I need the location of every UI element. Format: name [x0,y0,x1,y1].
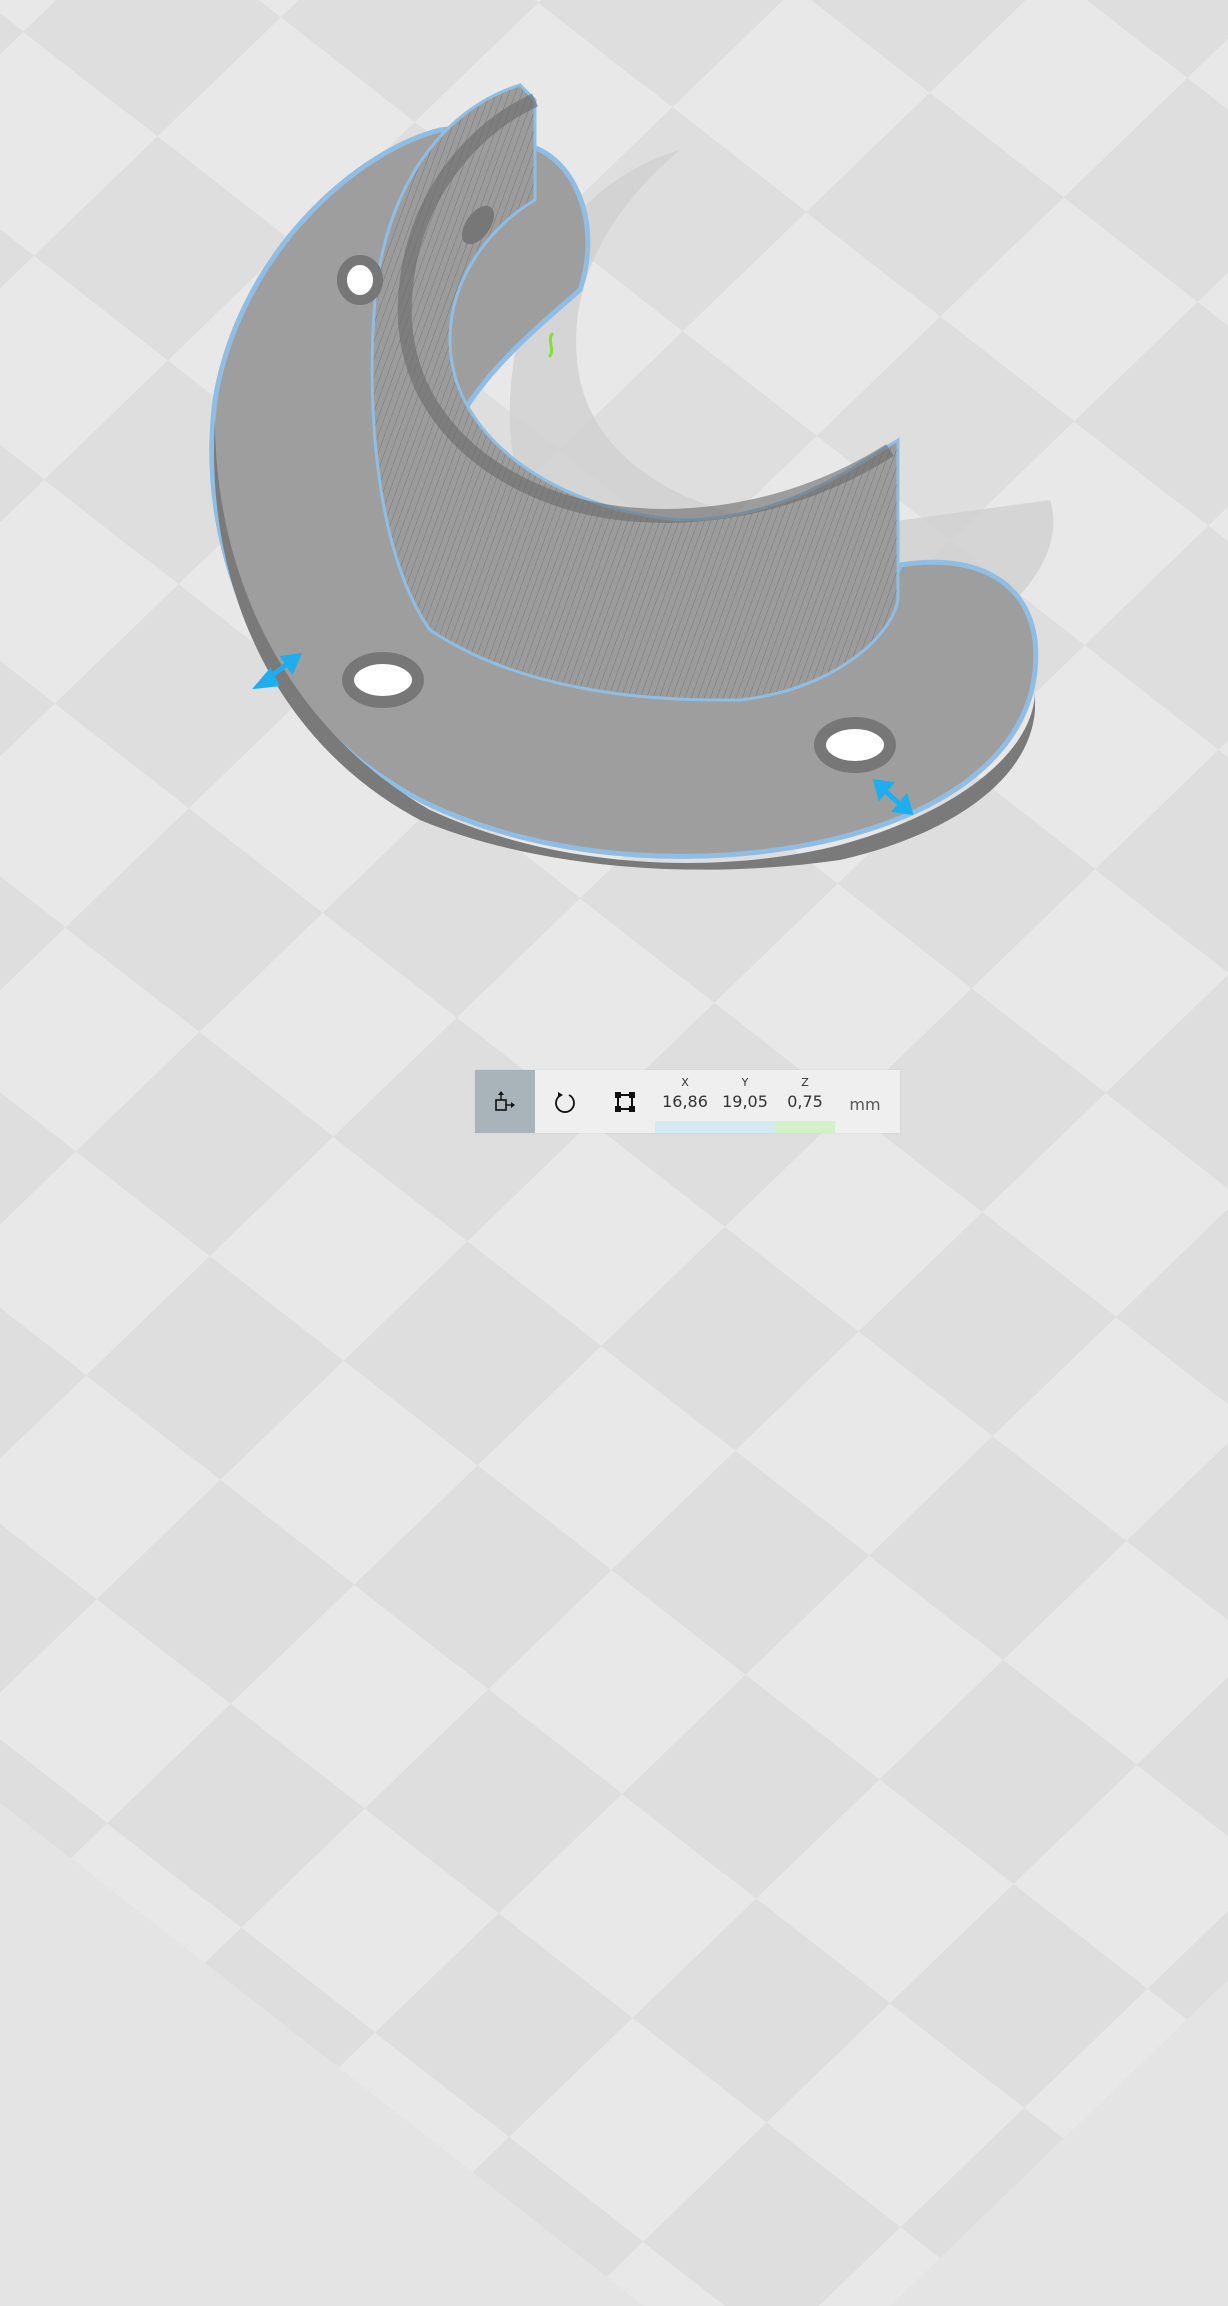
unit-selector[interactable]: mm [835,1070,895,1133]
mount-hole [337,255,383,305]
coord-x-label: X [681,1076,689,1089]
move-icon [495,1090,515,1111]
coord-x[interactable]: X 16,86 [655,1070,715,1133]
viewport-3d[interactable] [0,0,1228,1153]
coord-z-bar [775,1121,835,1133]
coord-x-value[interactable]: 16,86 [662,1092,708,1111]
height-handle[interactable] [547,331,555,359]
coord-z-value[interactable]: 0,75 [787,1092,823,1111]
move-button[interactable] [475,1070,535,1133]
mount-hole [814,717,896,773]
coord-z-label: Z [801,1076,809,1089]
mount-hole [342,652,424,708]
coord-y-label: Y [741,1076,749,1089]
scale-button[interactable] [595,1070,655,1133]
transform-toolbar: X 16,86 Y 19,05 Z 0,75 mm [475,1070,900,1133]
coord-y-bar [715,1121,775,1133]
coord-z[interactable]: Z 0,75 [775,1070,835,1133]
scale-icon [615,1091,635,1112]
coord-x-bar [655,1121,715,1133]
coord-y[interactable]: Y 19,05 [715,1070,775,1133]
coord-y-value[interactable]: 19,05 [722,1092,768,1111]
rotate-button[interactable] [535,1070,595,1133]
rotate-icon [555,1091,575,1113]
